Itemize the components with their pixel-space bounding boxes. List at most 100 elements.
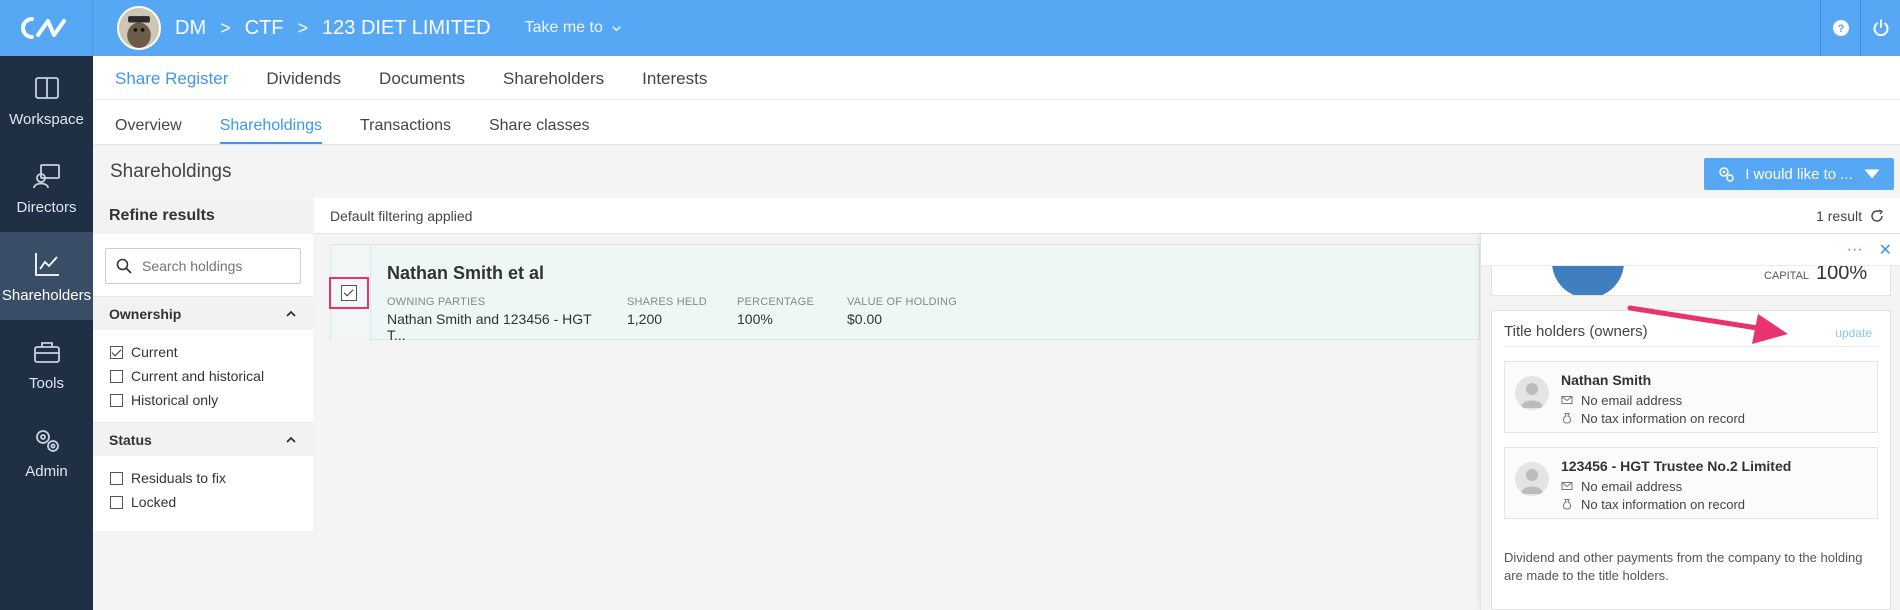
- filter-panel: Refine results Ownership Current Current…: [93, 198, 313, 531]
- row-checkbox[interactable]: [340, 285, 357, 301]
- rail-label: Workspace: [9, 110, 84, 128]
- chevron-down-icon: [612, 25, 621, 31]
- holding-title[interactable]: Nathan Smith et al: [387, 263, 987, 284]
- more-icon[interactable]: ···: [1847, 241, 1863, 259]
- option-label: Residuals to fix: [131, 470, 226, 486]
- checkbox[interactable]: [110, 471, 123, 485]
- ownership-title: Ownership: [109, 305, 182, 322]
- title-holders-header: Title holders (owners) update: [1504, 323, 1878, 347]
- owner-card[interactable]: 123456 - HGT Trustee No.2 Limited No ema…: [1504, 447, 1878, 519]
- checkbox[interactable]: [110, 393, 123, 407]
- app-logo[interactable]: [0, 0, 93, 56]
- status-options: Residuals to fix Locked: [93, 456, 313, 524]
- chevron-up-icon: [286, 436, 296, 443]
- tab-share-classes[interactable]: Share classes: [489, 117, 590, 144]
- search-icon: [116, 258, 132, 274]
- owning-parties-value: Nathan Smith and 123456 - HGT T...: [387, 311, 592, 343]
- highlight-box: [328, 277, 369, 309]
- person-icon: [1515, 462, 1549, 496]
- status-section-header[interactable]: Status: [93, 422, 313, 456]
- avatar[interactable]: [117, 6, 161, 50]
- toolbox-icon: [33, 341, 60, 363]
- results-area: Nathan Smith et al OWNING PARTIES Nathan…: [314, 234, 1480, 610]
- breadcrumb: DM > CTF > 123 DIET LIMITED: [175, 17, 491, 40]
- option-label: Historical only: [131, 392, 219, 408]
- person-icon: [1515, 376, 1549, 410]
- capital-label: CAPITAL: [1764, 270, 1810, 282]
- status-locked-option[interactable]: Locked: [93, 490, 313, 514]
- ownership-historical-only-option[interactable]: Historical only: [93, 388, 313, 412]
- tab-transactions[interactable]: Transactions: [360, 117, 451, 144]
- help-icon: ?: [1832, 20, 1849, 36]
- rail-item-admin[interactable]: Admin: [0, 408, 93, 496]
- top-right-actions: ?: [1820, 0, 1900, 56]
- search-input[interactable]: [142, 258, 292, 274]
- tab-documents[interactable]: Documents: [379, 69, 465, 99]
- title-holders-note: Dividend and other payments from the com…: [1504, 550, 1863, 583]
- tab-shareholdings[interactable]: Shareholdings: [219, 117, 322, 144]
- i-would-like-to-button[interactable]: I would like to ...: [1704, 158, 1894, 190]
- tab-interests[interactable]: Interests: [642, 69, 707, 99]
- owner-tax: No tax information on record: [1581, 410, 1746, 426]
- checkbox-checked[interactable]: [110, 345, 123, 359]
- envelope-icon: [1561, 482, 1573, 490]
- shares-held-value: 1,200: [627, 311, 663, 327]
- search-box[interactable]: [105, 248, 301, 284]
- rail-label: Shareholders: [1, 286, 92, 304]
- shares-held-label: SHARES HELD: [627, 296, 707, 308]
- owner-tax-line: No tax information on record: [1561, 495, 1791, 513]
- crumb-ctf[interactable]: CTF: [245, 17, 284, 40]
- value-of-holding-col: VALUE OF HOLDING $0.00: [847, 296, 987, 343]
- take-me-label: Take me to: [524, 19, 603, 36]
- chevron-right-icon: >: [220, 17, 231, 38]
- take-me-to-dropdown[interactable]: Take me to: [525, 19, 622, 37]
- owner-email-line: No email address: [1561, 391, 1745, 409]
- tab-share-register[interactable]: Share Register: [115, 69, 228, 99]
- tab-overview[interactable]: Overview: [115, 117, 182, 144]
- primary-tabs: Share Register Dividends Documents Share…: [93, 56, 1900, 100]
- title-holders-card: Title holders (owners) update Nathan Smi…: [1491, 310, 1891, 610]
- chevron-up-icon: [286, 310, 296, 317]
- update-link[interactable]: update: [1835, 326, 1872, 340]
- refresh-icon[interactable]: [1870, 208, 1884, 223]
- ownership-section-header[interactable]: Ownership: [93, 296, 313, 330]
- filter-heading: Refine results: [93, 198, 313, 234]
- checkbox[interactable]: [110, 495, 123, 509]
- crumb-dm[interactable]: DM: [175, 17, 206, 40]
- results-bar: Default filtering applied 1 result: [314, 198, 1900, 234]
- owning-parties-label: OWNING PARTIES: [387, 296, 486, 308]
- rail-item-directors[interactable]: Directors: [0, 144, 93, 232]
- logout-button[interactable]: [1860, 0, 1900, 56]
- rail-item-tools[interactable]: Tools: [0, 320, 93, 408]
- table-row[interactable]: Nathan Smith et al OWNING PARTIES Nathan…: [328, 244, 1480, 343]
- percentage-value: 100%: [737, 311, 773, 327]
- page-title: Shareholdings: [110, 161, 232, 182]
- rail-item-workspace[interactable]: Workspace: [0, 56, 93, 144]
- help-button[interactable]: ?: [1820, 0, 1860, 56]
- tab-dividends[interactable]: Dividends: [266, 69, 341, 99]
- tab-shareholders[interactable]: Shareholders: [503, 69, 604, 99]
- rail-label: Admin: [25, 462, 68, 480]
- owner-card[interactable]: Nathan Smith No email address No tax inf…: [1504, 361, 1878, 433]
- filter-note: Default filtering applied: [330, 207, 473, 224]
- status-residuals-option[interactable]: Residuals to fix: [93, 466, 313, 490]
- checkbox[interactable]: [110, 369, 123, 383]
- row-body: Nathan Smith et al OWNING PARTIES Nathan…: [371, 245, 1003, 343]
- owner-name: Nathan Smith: [1561, 372, 1652, 388]
- workspace-icon: [34, 76, 59, 99]
- holding-detail-drawer: ··· ✕ CAPITAL 100% Title holders (owners…: [1480, 234, 1900, 610]
- option-label: Current: [131, 344, 178, 360]
- ownership-current-option[interactable]: Current: [93, 340, 313, 364]
- capital-card: CAPITAL 100%: [1491, 266, 1891, 296]
- gears-icon: [35, 429, 59, 452]
- owner-email: No email address: [1581, 478, 1683, 494]
- crumb-company[interactable]: 123 DIET LIMITED: [322, 17, 491, 40]
- avatar-icon: [119, 8, 159, 48]
- chevron-right-icon: >: [297, 17, 309, 38]
- status-title: Status: [109, 431, 152, 448]
- close-icon[interactable]: ✕: [1879, 240, 1892, 260]
- capital-pie: [1552, 266, 1624, 295]
- percentage-col: PERCENTAGE 100%: [737, 296, 833, 343]
- ownership-current-historical-option[interactable]: Current and historical: [93, 364, 313, 388]
- rail-item-shareholders[interactable]: Shareholders: [0, 232, 93, 320]
